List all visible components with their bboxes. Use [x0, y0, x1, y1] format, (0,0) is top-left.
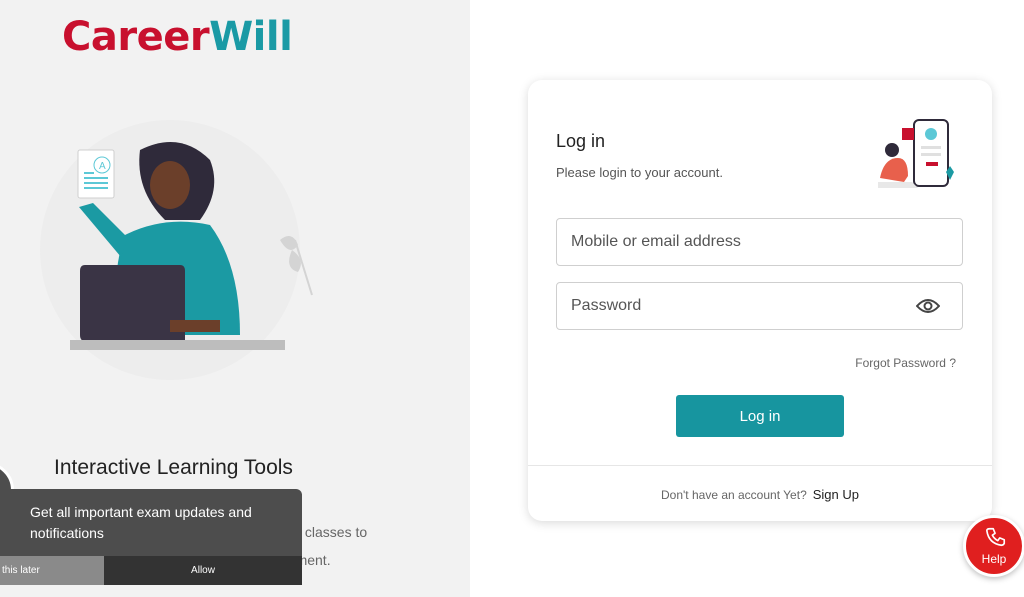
notification-allow-button[interactable]: Allow: [104, 556, 302, 585]
svg-text:A: A: [99, 161, 106, 172]
hero-title: Interactive Learning Tools: [54, 456, 293, 479]
signup-prompt: Don't have an account Yet?: [661, 488, 807, 502]
mobile-email-field[interactable]: [556, 218, 963, 266]
login-card: Log in Please login to your account. For…: [528, 80, 992, 521]
careerwill-logo[interactable]: CareerWill: [62, 14, 293, 60]
login-illustration: [878, 119, 954, 188]
login-subtitle: Please login to your account.: [556, 165, 723, 180]
hero-desc-line-2: onment.: [280, 552, 331, 568]
password-field[interactable]: [556, 282, 963, 330]
help-label: Help: [981, 552, 1007, 566]
notification-message: Get all important exam updates and notif…: [30, 504, 252, 541]
login-title: Log in: [556, 131, 606, 151]
help-button[interactable]: Help: [963, 515, 1024, 577]
left-panel: CareerWill A Interactive Learning Tools …: [0, 0, 470, 597]
mobile-email-input[interactable]: [557, 219, 962, 265]
logo-part-will: Will: [209, 14, 293, 60]
signup-link[interactable]: Sign Up: [813, 487, 859, 502]
login-button[interactable]: Log in: [676, 395, 844, 437]
hero-illustration: A: [40, 120, 313, 380]
signup-row: Don't have an account Yet? Sign Up: [528, 487, 992, 502]
logo-part-career: Career: [62, 14, 210, 60]
hero-desc-line-1: live classes to: [280, 524, 368, 540]
password-input[interactable]: [557, 283, 962, 329]
forgot-password-link[interactable]: Forgot Password ?: [855, 356, 956, 370]
card-divider: [528, 465, 992, 466]
phone-icon: [986, 527, 1006, 547]
eye-icon[interactable]: [916, 296, 940, 316]
hero-description: live classes to onment.: [280, 518, 430, 574]
notification-later-button[interactable]: this later: [0, 556, 104, 585]
notification-permission-popup: Get all important exam updates and notif…: [0, 489, 302, 585]
